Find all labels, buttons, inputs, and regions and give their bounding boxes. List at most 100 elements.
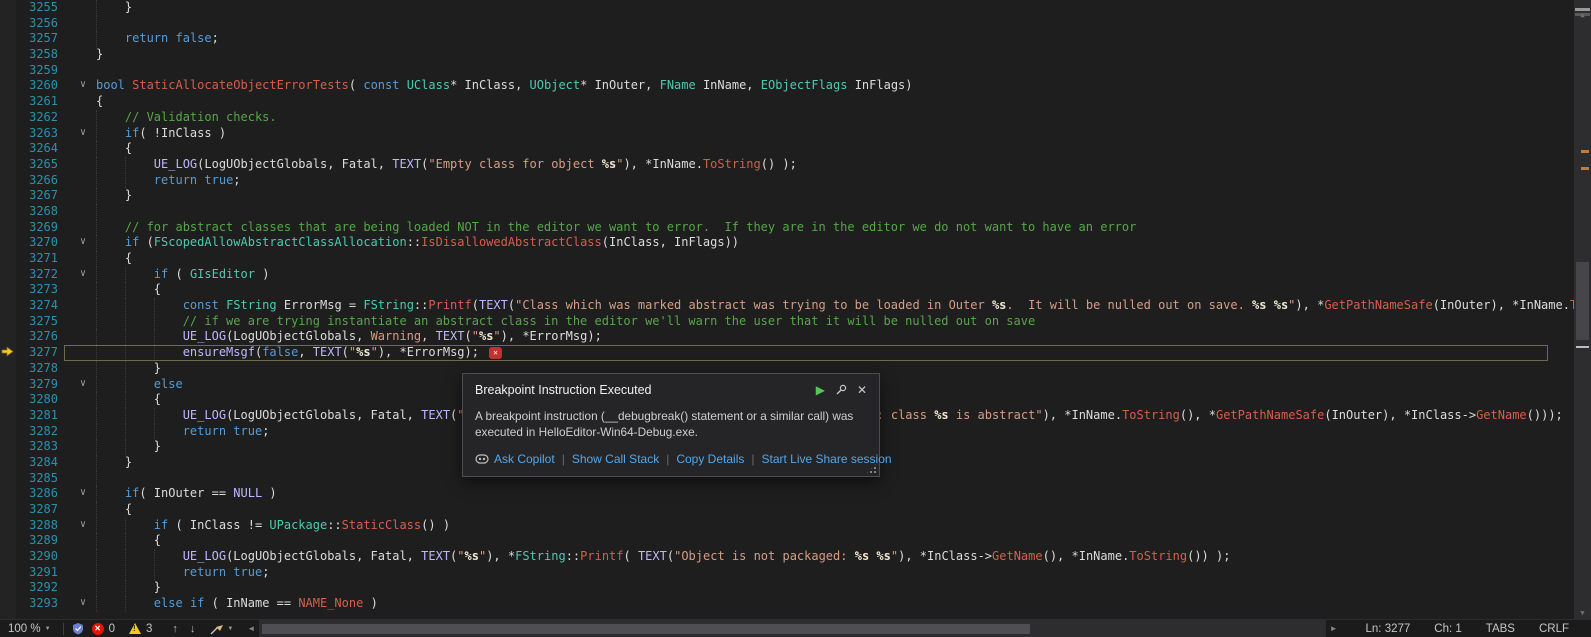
close-icon[interactable]: ✕ [857, 383, 867, 397]
breakpoint-margin[interactable] [1, 378, 16, 392]
breakpoint-margin[interactable] [1, 550, 16, 564]
copy-details-link[interactable]: Copy Details [676, 452, 744, 466]
code-line[interactable]: 3287 { [0, 502, 1574, 518]
vertical-scrollbar-thumb[interactable] [1576, 262, 1589, 340]
continue-button[interactable]: ▶ [816, 383, 825, 397]
breakpoint-margin[interactable] [1, 158, 16, 172]
breakpoint-margin[interactable] [1, 32, 16, 46]
document-health-icon[interactable] [72, 622, 84, 635]
breakpoint-margin[interactable] [1, 362, 16, 376]
breakpoint-margin[interactable] [1, 503, 16, 517]
eol-indicator[interactable]: CRLF [1539, 623, 1569, 635]
breakpoint-margin[interactable] [1, 1, 16, 15]
code-line[interactable]: 3271 { [0, 251, 1574, 267]
fold-chevron-icon[interactable]: ∨ [74, 77, 92, 93]
show-call-stack-link[interactable]: Show Call Stack [572, 452, 659, 466]
code-line[interactable]: 3286∨ if( InOuter == NULL ) [0, 486, 1574, 502]
column-indicator[interactable]: Ch: 1 [1434, 623, 1462, 635]
warning-count[interactable]: 3 [129, 623, 152, 635]
fold-chevron-icon[interactable]: ∨ [74, 266, 92, 282]
breakpoint-margin[interactable] [1, 79, 16, 93]
previous-issue-button[interactable]: ↑ [172, 623, 178, 635]
code-line[interactable]: 3261{ [0, 94, 1574, 110]
code-line[interactable]: 3264 { [0, 141, 1574, 157]
ask-copilot-link[interactable]: Ask Copilot [494, 452, 555, 466]
breakpoint-margin[interactable] [1, 315, 16, 329]
breakpoint-margin[interactable] [1, 534, 16, 548]
breakpoint-margin[interactable] [1, 236, 16, 250]
breakpoint-margin[interactable] [1, 64, 16, 78]
scroll-right-arrow[interactable]: ► [1330, 624, 1338, 633]
scroll-left-arrow[interactable]: ◄ [247, 624, 255, 633]
fold-chevron-icon[interactable]: ∨ [74, 376, 92, 392]
code-line[interactable]: 3270∨ if (FScopedAllowAbstractClassAlloc… [0, 235, 1574, 251]
breakpoint-margin[interactable] [1, 283, 16, 297]
breakpoint-margin[interactable] [1, 519, 16, 533]
breakpoint-error-icon[interactable]: ✕ [489, 347, 502, 359]
code-line[interactable]: 3276 UE_LOG(LogUObjectGlobals, Warning, … [0, 329, 1574, 345]
code-line[interactable]: 3275 // if we are trying instantiate an … [0, 314, 1574, 330]
breakpoint-margin[interactable] [1, 472, 16, 486]
tabs-indicator[interactable]: TABS [1486, 623, 1515, 635]
code-line[interactable]: 3273 { [0, 282, 1574, 298]
breakpoint-margin[interactable] [1, 189, 16, 203]
breakpoint-margin[interactable] [1, 95, 16, 109]
breakpoint-margin[interactable] [1, 268, 16, 282]
breakpoint-margin[interactable] [1, 142, 16, 156]
code-line[interactable]: 3260∨bool StaticAllocateObjectErrorTests… [0, 78, 1574, 94]
code-line[interactable]: 3269 // for abstract classes that are be… [0, 220, 1574, 236]
code-cleanup-button[interactable]: ▼ [209, 622, 233, 636]
breakpoint-margin[interactable] [1, 346, 16, 360]
horizontal-scrollbar-thumb[interactable] [262, 624, 1030, 634]
scroll-down-arrow[interactable]: ▼ [1574, 609, 1591, 617]
breakpoint-margin[interactable] [1, 456, 16, 470]
code-line[interactable]: 3272∨ if ( GIsEditor ) [0, 267, 1574, 283]
code-editor[interactable]: 3255 }32563257 return false;3258}3259326… [0, 0, 1574, 619]
code-line[interactable]: 3258} [0, 47, 1574, 63]
code-line[interactable]: 3256 [0, 16, 1574, 32]
code-line[interactable]: 3293∨ else if ( InName == NAME_None ) [0, 596, 1574, 612]
code-line[interactable]: 3274 const FString ErrorMsg = FString::P… [0, 298, 1574, 314]
breakpoint-margin[interactable] [1, 330, 16, 344]
code-line[interactable]: 3268 [0, 204, 1574, 220]
code-line[interactable]: 3259 [0, 63, 1574, 79]
breakpoint-margin[interactable] [1, 409, 16, 423]
breakpoint-margin[interactable] [1, 111, 16, 125]
breakpoint-margin[interactable] [1, 205, 16, 219]
code-line[interactable]: 3257 return false; [0, 31, 1574, 47]
caret-position-mark[interactable] [1576, 346, 1589, 348]
code-line[interactable]: 3265 UE_LOG(LogUObjectGlobals, Fatal, TE… [0, 157, 1574, 173]
warning-mark[interactable] [1581, 150, 1589, 153]
code-line[interactable]: 3288∨ if ( InClass != UPackage::StaticCl… [0, 518, 1574, 534]
error-count[interactable]: ✕ 0 [92, 623, 115, 635]
fold-chevron-icon[interactable]: ∨ [74, 595, 92, 611]
breakpoint-margin[interactable] [1, 127, 16, 141]
code-line[interactable]: 3289 { [0, 533, 1574, 549]
code-line[interactable]: 3263∨ if( !InClass ) [0, 126, 1574, 142]
next-issue-button[interactable]: ↓ [190, 623, 196, 635]
fold-chevron-icon[interactable]: ∨ [74, 485, 92, 501]
breakpoint-margin[interactable] [1, 299, 16, 313]
code-line[interactable]: 3267 } [0, 188, 1574, 204]
fold-chevron-icon[interactable]: ∨ [74, 234, 92, 250]
code-line[interactable]: 3255 } [0, 0, 1574, 16]
breakpoint-margin[interactable] [1, 48, 16, 62]
code-line[interactable]: 3277 ensureMsgf(false, TEXT("%s"), *Erro… [0, 345, 1574, 361]
code-line[interactable]: 3262 // Validation checks. [0, 110, 1574, 126]
warning-mark[interactable] [1581, 167, 1589, 170]
code-line[interactable]: 3266 return true; [0, 173, 1574, 189]
vertical-scrollbar[interactable]: ▲ ▼ [1574, 0, 1591, 619]
breakpoint-margin[interactable] [1, 174, 16, 188]
breakpoint-margin[interactable] [1, 597, 16, 611]
breakpoint-margin[interactable] [1, 17, 16, 31]
start-live-share-link[interactable]: Start Live Share session [761, 452, 891, 466]
code-line[interactable]: 3291 return true; [0, 565, 1574, 581]
pin-icon[interactable] [835, 384, 847, 396]
breakpoint-margin[interactable] [1, 487, 16, 501]
breakpoint-margin[interactable] [1, 393, 16, 407]
breakpoint-margin[interactable] [1, 425, 16, 439]
breakpoint-margin[interactable] [1, 252, 16, 266]
code-line[interactable]: 3292 } [0, 580, 1574, 596]
code-line[interactable]: 3290 UE_LOG(LogUObjectGlobals, Fatal, TE… [0, 549, 1574, 565]
scroll-up-arrow[interactable]: ▲ [1574, 11, 1591, 19]
